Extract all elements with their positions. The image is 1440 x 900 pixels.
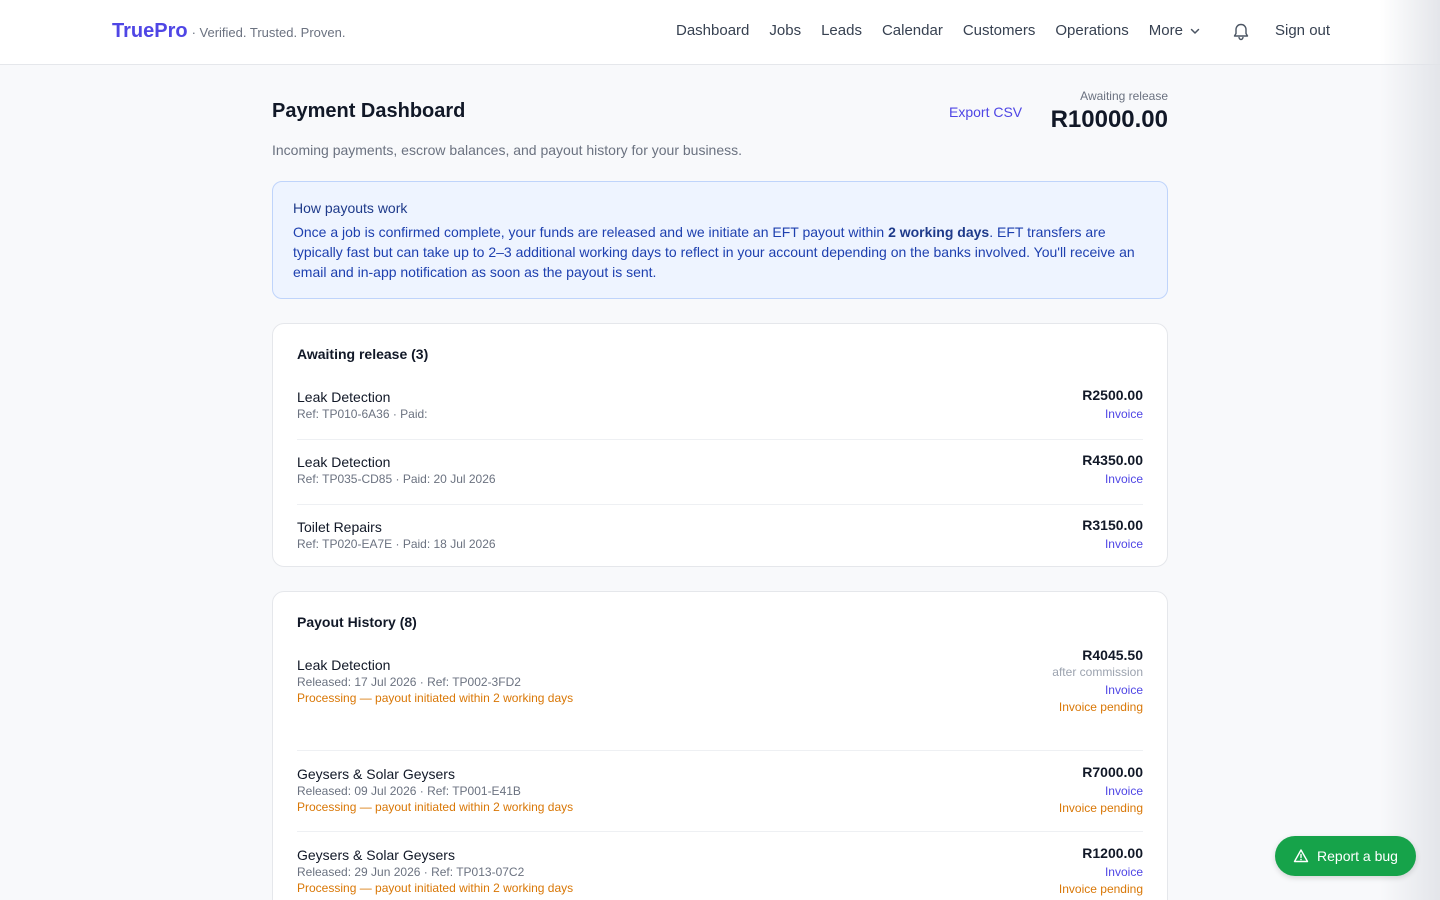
row-right: R4350.00 Invoice: [1082, 452, 1143, 486]
invoice-pending-status: Invoice pending: [1058, 700, 1143, 714]
brand-tagline: · Verified. Trusted. Proven.: [191, 25, 346, 40]
row-right: R4045.50 after commission Invoice Invoic…: [1052, 647, 1143, 714]
main-nav: Dashboard Jobs Leads Calendar Customers …: [676, 22, 1221, 39]
invoice-link[interactable]: Invoice: [1082, 407, 1143, 421]
job-meta: Ref: TP035-CD85 · Paid: 20 Jul 2026: [297, 472, 496, 486]
bell-icon[interactable]: [1231, 22, 1251, 42]
row-right: R2500.00 Invoice: [1082, 387, 1143, 421]
job-title: Toilet Repairs: [297, 519, 382, 535]
payout-row: Leak Detection Released: 17 Jul 2026 · R…: [297, 647, 1143, 751]
row-right: R3150.00 Invoice: [1082, 517, 1143, 551]
row-amount: R3150.00: [1082, 517, 1143, 533]
payout-card-header: Payout History (8): [297, 614, 1143, 654]
row-amount: R1200.00: [1082, 845, 1143, 861]
report-bug-button[interactable]: Report a bug: [1275, 836, 1416, 876]
invoice-pending-status: Invoice pending: [1058, 882, 1143, 896]
page-subtitle: Incoming payments, escrow balances, and …: [272, 142, 743, 158]
row-amount: R2500.00: [1082, 387, 1143, 403]
payout-status: Processing — payout initiated within 2 w…: [297, 881, 574, 895]
awaiting-row: Toilet Repairs Ref: TP020-EA7E · Paid: 1…: [297, 505, 1143, 570]
job-meta: Ref: TP010-6A36 · Paid:: [297, 407, 428, 421]
payout-history-card: Payout History (8) Leak Detection Releas…: [272, 591, 1168, 900]
job-title: Geysers & Solar Geysers: [297, 766, 455, 782]
payout-row: Geysers & Solar Geysers Released: 29 Jun…: [297, 832, 1143, 900]
nav-more-label: More: [1148, 22, 1183, 39]
info-body: Once a job is confirmed complete, your f…: [293, 222, 1147, 282]
report-bug-label: Report a bug: [1317, 848, 1398, 864]
row-amount: R4350.00: [1082, 452, 1143, 468]
row-right: R1200.00 Invoice Invoice pending: [1059, 845, 1143, 896]
nav-jobs[interactable]: Jobs: [769, 22, 801, 39]
nav-more-dropdown[interactable]: More: [1149, 22, 1201, 39]
invoice-link[interactable]: Invoice: [1082, 472, 1143, 486]
payout-meta: Released: 29 Jun 2026 · Ref: TP013-07C2: [297, 865, 525, 879]
payout-meta: Released: 17 Jul 2026 · Ref: TP002-3FD2: [297, 675, 521, 689]
invoice-link[interactable]: Invoice: [1059, 865, 1143, 879]
payout-meta: Released: 09 Jul 2026 · Ref: TP001-E41B: [297, 784, 521, 798]
awaiting-release-card: Awaiting release (3) Leak Detection Ref:…: [272, 323, 1168, 567]
invoice-pending-status: Invoice pending: [1058, 801, 1143, 815]
brand-logo[interactable]: TruePro: [112, 20, 188, 43]
invoice-link[interactable]: Invoice: [1052, 683, 1143, 697]
chevron-down-icon: [1190, 28, 1200, 34]
row-amount: R7000.00: [1082, 764, 1143, 780]
job-title: Leak Detection: [297, 454, 391, 470]
awaiting-card-title: Awaiting release (3): [297, 346, 429, 362]
nav-customers[interactable]: Customers: [963, 22, 1036, 39]
nav-calendar[interactable]: Calendar: [882, 22, 943, 39]
awaiting-row: Leak Detection Ref: TP035-CD85 · Paid: 2…: [297, 440, 1143, 505]
page-title: Payment Dashboard: [272, 100, 466, 122]
awaiting-release-amount: R10000.00: [1050, 106, 1168, 133]
sign-out-button[interactable]: Sign out: [1275, 22, 1330, 39]
info-body-start: Once a job is confirmed complete, your f…: [293, 224, 889, 240]
info-body-emphasis: 2 working days: [888, 224, 990, 240]
nav-leads[interactable]: Leads: [821, 22, 862, 39]
invoice-link[interactable]: Invoice: [1082, 537, 1143, 551]
payout-row: Geysers & Solar Geysers Released: 09 Jul…: [297, 751, 1143, 832]
invoice-link[interactable]: Invoice: [1059, 784, 1143, 798]
warning-triangle-icon: [1293, 849, 1309, 863]
payout-list: Leak Detection Released: 17 Jul 2026 · R…: [297, 647, 1143, 900]
brand[interactable]: TruePro · Verified. Trusted. Proven.: [112, 20, 345, 43]
payout-status: Processing — payout initiated within 2 w…: [297, 800, 574, 814]
info-title: How payouts work: [293, 200, 408, 216]
row-right: R7000.00 Invoice Invoice pending: [1059, 764, 1143, 815]
job-title: Geysers & Solar Geysers: [297, 847, 455, 863]
top-navbar: TruePro · Verified. Trusted. Proven. Das…: [0, 0, 1440, 65]
payout-info-box: How payouts work Once a job is confirmed…: [272, 181, 1168, 299]
awaiting-row: Leak Detection Ref: TP010-6A36 · Paid: R…: [297, 375, 1143, 440]
row-amount: R4045.50: [1082, 647, 1143, 663]
job-title: Leak Detection: [297, 657, 391, 673]
nav-dashboard[interactable]: Dashboard: [676, 22, 749, 39]
awaiting-list: Leak Detection Ref: TP010-6A36 · Paid: R…: [297, 375, 1143, 570]
payout-card-title: Payout History (8): [297, 614, 417, 630]
commission-note: after commission: [1052, 665, 1143, 679]
job-meta: Ref: TP020-EA7E · Paid: 18 Jul 2026: [297, 537, 496, 551]
export-csv-button[interactable]: Export CSV: [949, 104, 1022, 120]
scroll-shadow: [1380, 0, 1440, 900]
awaiting-release-label: Awaiting release: [1080, 89, 1168, 103]
nav-operations[interactable]: Operations: [1055, 22, 1128, 39]
payout-status: Processing — payout initiated within 2 w…: [297, 691, 574, 705]
job-title: Leak Detection: [297, 389, 391, 405]
